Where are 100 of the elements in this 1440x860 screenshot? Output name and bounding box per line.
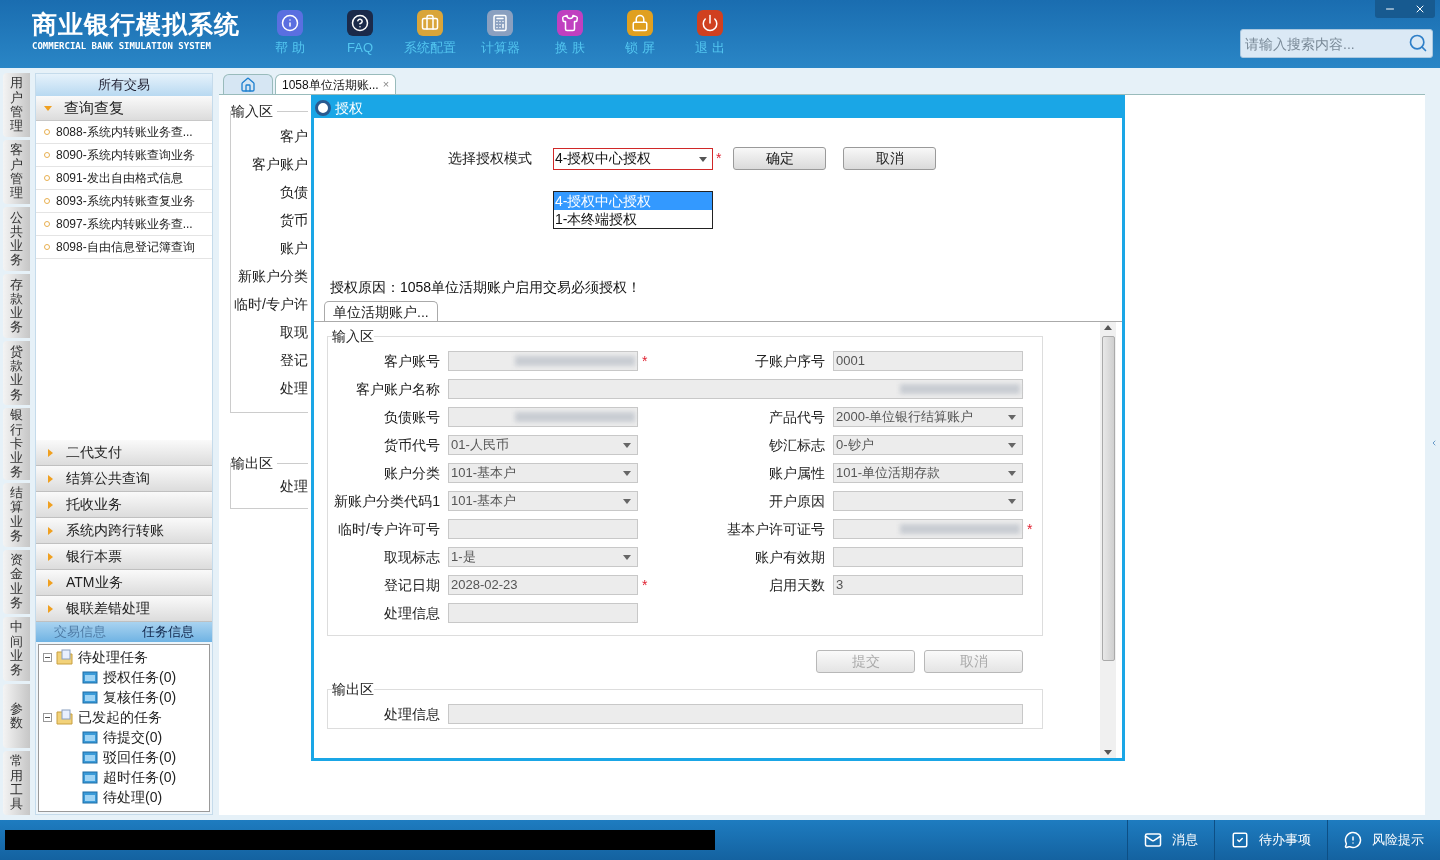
caret-icon bbox=[623, 469, 631, 477]
field-label: 负债账号 bbox=[383, 407, 440, 427]
nav-tab[interactable]: 存款业务 bbox=[3, 274, 30, 339]
menu-item[interactable]: 8090-系统内转账查询业务 bbox=[36, 144, 212, 167]
tree-node[interactable]: 复核任务(0) bbox=[103, 686, 177, 708]
field-label: 基本户许可证号 bbox=[726, 519, 825, 539]
field-label: 取现 bbox=[279, 323, 308, 342]
menu-item[interactable]: 8093-系统内转账查复业务 bbox=[36, 190, 212, 213]
field-label: 新账户分类代码1 bbox=[333, 491, 440, 511]
status-button[interactable]: 待办事项 bbox=[1214, 820, 1327, 860]
dialog-title: 授权 bbox=[335, 98, 363, 118]
panel-tab[interactable]: 任务信息 bbox=[124, 622, 212, 642]
field-label: 客户账号 bbox=[383, 351, 440, 371]
section-legend: 输出区 bbox=[332, 679, 374, 700]
input-field[interactable] bbox=[448, 519, 638, 539]
field-label: 账户分类 bbox=[383, 463, 440, 483]
form-tab[interactable]: 单位活期账户... bbox=[324, 301, 438, 321]
nav-tab[interactable]: 银行卡业务 bbox=[3, 408, 30, 480]
select-field[interactable]: 101-单位活期存款 bbox=[833, 463, 1023, 483]
caret-icon bbox=[44, 104, 52, 112]
expander-icon[interactable] bbox=[43, 712, 52, 722]
expander-icon[interactable] bbox=[43, 652, 52, 662]
input-field[interactable] bbox=[833, 519, 1023, 539]
status-button[interactable]: 风险提示 bbox=[1327, 820, 1440, 860]
menu-item[interactable]: 8091-发出自由格式信息 bbox=[36, 167, 212, 190]
menu-group[interactable]: 二代支付 bbox=[36, 440, 212, 466]
search-field[interactable]: 请输入搜索内容... bbox=[1240, 29, 1433, 58]
menu-group[interactable]: 银联差错处理 bbox=[36, 596, 212, 622]
input-field[interactable] bbox=[448, 603, 638, 623]
field-label: 选择授权模式 bbox=[448, 149, 533, 168]
input-field[interactable] bbox=[448, 704, 1023, 724]
menu-group[interactable]: 银行本票 bbox=[36, 544, 212, 570]
menu-group[interactable]: 托收业务 bbox=[36, 492, 212, 518]
search-icon[interactable] bbox=[1408, 33, 1428, 53]
field-label: 取现标志 bbox=[383, 547, 440, 567]
select-field[interactable]: 01-人民币 bbox=[448, 435, 638, 455]
menu-item[interactable]: 8088-系统内转账业务查... bbox=[36, 121, 212, 144]
menu-item[interactable]: 8097-系统内转账业务查... bbox=[36, 213, 212, 236]
sidebar-title: 所有交易 bbox=[98, 76, 150, 95]
nav-tab[interactable]: 公共业务 bbox=[3, 207, 30, 272]
input-field[interactable]: 0001 bbox=[833, 351, 1023, 371]
menu-item[interactable]: 8098-自由信息登记簿查询 bbox=[36, 236, 212, 259]
field-label: 登记 bbox=[279, 351, 308, 370]
field-label: 临时/专户许 bbox=[233, 295, 308, 314]
tree-node[interactable]: 待提交(0) bbox=[103, 726, 163, 748]
menu-group[interactable]: 系统内跨行转账 bbox=[36, 518, 212, 544]
nav-tab[interactable]: 贷款业务 bbox=[3, 341, 30, 406]
scrollbar[interactable] bbox=[1100, 322, 1116, 758]
tree-node[interactable]: 超时任务(0) bbox=[103, 766, 177, 788]
caret-icon bbox=[623, 441, 631, 449]
tree-node[interactable]: 待处理任务 bbox=[78, 646, 148, 668]
nav-tab[interactable]: 客户管理 bbox=[3, 140, 30, 205]
select-field[interactable]: 0-钞户 bbox=[833, 435, 1023, 455]
input-field[interactable] bbox=[448, 379, 1023, 399]
folder-icon bbox=[56, 709, 74, 725]
menu-group[interactable]: ATM业务 bbox=[36, 570, 212, 596]
scrollbar-thumb[interactable] bbox=[1101, 336, 1115, 661]
folder-icon bbox=[81, 769, 99, 785]
status-button[interactable]: 消息 bbox=[1127, 820, 1214, 860]
field-label: 客户账户 bbox=[251, 155, 308, 174]
menu-group[interactable]: 结算公共查询 bbox=[36, 466, 212, 492]
input-field[interactable] bbox=[448, 351, 638, 371]
nav-tab[interactable]: 常用工具 bbox=[3, 750, 30, 815]
input-field[interactable] bbox=[448, 407, 638, 427]
select-field[interactable]: 4-授权中心授权 bbox=[553, 147, 713, 170]
input-field[interactable]: 3 bbox=[833, 575, 1023, 595]
nav-tab[interactable]: 资金业务 bbox=[3, 549, 30, 614]
field-label: 账户 bbox=[279, 239, 308, 258]
nav-tab[interactable]: 用户管理 bbox=[3, 73, 30, 138]
nav-tab[interactable]: 中间业务 bbox=[3, 616, 30, 681]
status-icon bbox=[1144, 831, 1162, 849]
field-label: 处理信息 bbox=[383, 603, 440, 623]
tab-close[interactable]: × bbox=[382, 76, 390, 93]
select-field[interactable]: 2000-单位银行结算账户 bbox=[833, 407, 1023, 427]
dialog-button[interactable]: 取消 bbox=[843, 147, 936, 170]
input-field[interactable]: 2028-02-23 bbox=[448, 575, 638, 595]
page-tab[interactable]: 1058单位活期账... × bbox=[275, 74, 397, 94]
caret-icon bbox=[46, 448, 54, 457]
tree-node[interactable]: 授权任务(0) bbox=[103, 666, 177, 688]
tree-node[interactable]: 驳回任务(0) bbox=[103, 746, 177, 768]
nav-tab[interactable]: 参数 bbox=[3, 683, 30, 748]
folder-icon bbox=[81, 729, 99, 745]
field-label: 处理 bbox=[279, 477, 308, 496]
field-label: 客户账户名称 bbox=[355, 379, 440, 399]
select-field[interactable] bbox=[833, 491, 1023, 511]
dialog-button[interactable]: 确定 bbox=[733, 147, 826, 170]
menu-group[interactable]: 查询查复 bbox=[36, 96, 212, 121]
nav-tab[interactable]: 结算业务 bbox=[3, 482, 30, 547]
folder-icon bbox=[81, 789, 99, 805]
select-field[interactable]: 101-基本户 bbox=[448, 491, 638, 511]
caret-icon bbox=[1008, 441, 1016, 449]
tree-node[interactable]: 已发起的任务 bbox=[78, 706, 162, 728]
folder-icon bbox=[81, 669, 99, 685]
dropdown-option[interactable]: 1-本终端授权 bbox=[554, 210, 712, 228]
required-mark: * bbox=[642, 577, 648, 593]
select-field[interactable]: 1-是 bbox=[448, 547, 638, 567]
select-field[interactable]: 101-基本户 bbox=[448, 463, 638, 483]
tree-node[interactable]: 待处理(0) bbox=[103, 786, 163, 808]
home-tab[interactable] bbox=[223, 74, 273, 94]
input-field[interactable] bbox=[833, 547, 1023, 567]
